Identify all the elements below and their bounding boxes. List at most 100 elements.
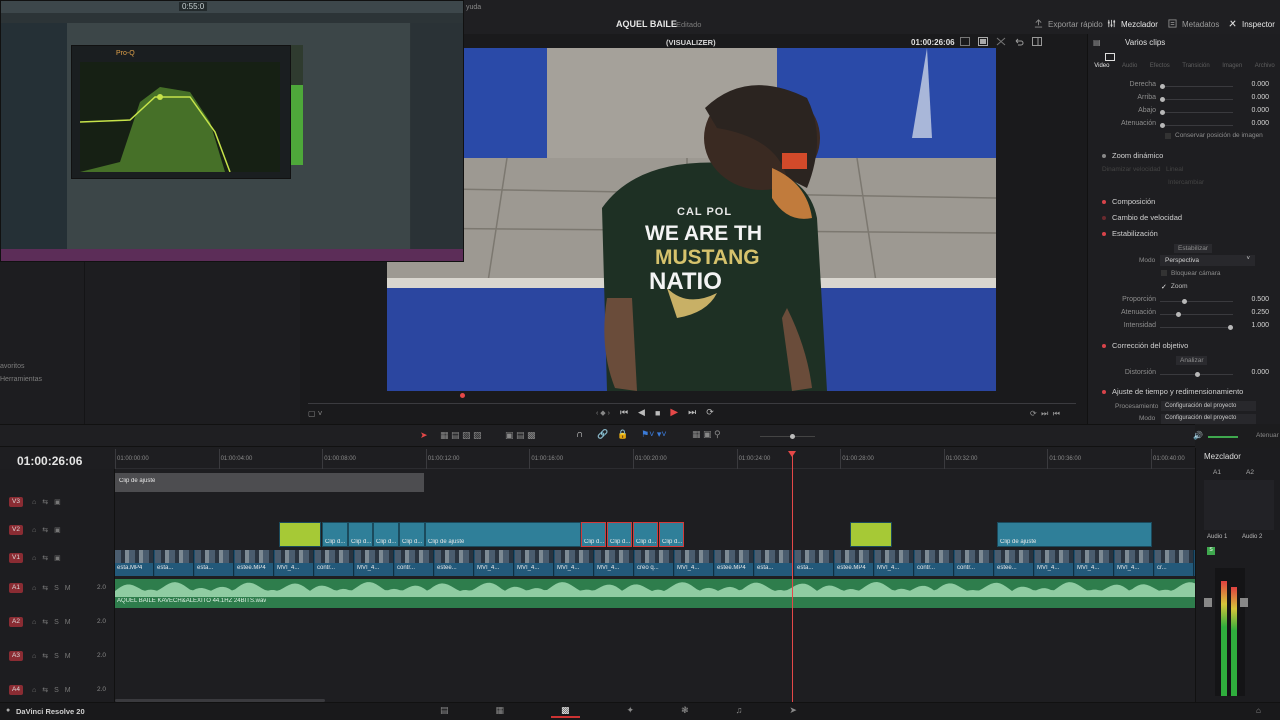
smooth-row[interactable]: Atenuación 0.250 xyxy=(1088,309,1280,321)
slider-knob[interactable] xyxy=(1160,110,1165,115)
slider-knob[interactable] xyxy=(1160,123,1165,128)
v1-clip[interactable]: cr... xyxy=(1155,550,1194,576)
composite-section[interactable]: Composición xyxy=(1102,197,1155,206)
stop-icon[interactable]: ■ xyxy=(655,408,660,418)
section-toggle-dot[interactable] xyxy=(1102,153,1106,158)
section-toggle-dot[interactable] xyxy=(1102,215,1106,220)
zoom-ease-value[interactable]: Lineal xyxy=(1166,166,1183,173)
slider-knob[interactable] xyxy=(1160,97,1165,102)
fl-browser[interactable] xyxy=(1,23,67,249)
ratio-value[interactable]: 0.500 xyxy=(1251,296,1269,303)
distortion-slider[interactable] xyxy=(1160,372,1233,377)
v1-clip[interactable]: MVI_4... xyxy=(355,550,394,576)
selection-tool-icon[interactable]: ➤ xyxy=(420,430,428,441)
eq-curve[interactable] xyxy=(80,62,280,172)
slider-knob[interactable] xyxy=(1228,325,1233,330)
fl-toolbar[interactable] xyxy=(1,1,463,13)
section-toggle-dot[interactable] xyxy=(1102,343,1106,348)
track-solo-mute-icons[interactable]: ⌂⇆SM xyxy=(32,652,77,660)
v2-clip[interactable]: Clip d... xyxy=(633,522,658,547)
track-lock-eye-icons[interactable]: ⌂⇆▣ xyxy=(32,554,67,562)
distortion-row[interactable]: Distorsión 0.000 xyxy=(1088,369,1280,381)
v2-clip[interactable]: Clip d... xyxy=(581,522,606,547)
processing-dropdown[interactable]: Configuración del proyecto xyxy=(1161,401,1256,411)
v1-clip[interactable]: estee... xyxy=(435,550,474,576)
v2-clip[interactable]: Clip d... xyxy=(348,522,373,547)
zoom-icons[interactable]: ▦ ▣ ⚲ xyxy=(692,429,721,440)
v2-clip[interactable]: Clip de ajuste xyxy=(997,522,1152,547)
v1-clip[interactable]: MVI_4... xyxy=(475,550,514,576)
checkbox-box[interactable] xyxy=(1165,132,1171,139)
lock-icon[interactable]: 🔒 xyxy=(617,429,628,440)
snap-icon[interactable]: ∩ xyxy=(576,429,583,440)
cut-page-icon[interactable]: ▦ xyxy=(496,705,505,718)
match-frame-icon[interactable]: ⟳ ⏭ ⏮ xyxy=(1030,409,1060,419)
viewer-layout-icon[interactable] xyxy=(960,37,970,48)
v1-clip[interactable]: contr... xyxy=(395,550,434,576)
zoom-slider[interactable] xyxy=(760,434,815,439)
track-header-a4[interactable]: A4 ⌂⇆SM 2.0 xyxy=(0,685,115,699)
section-toggle-dot[interactable] xyxy=(1102,389,1106,394)
track-header-v2[interactable]: V2 ⌂⇆▣ xyxy=(0,525,115,539)
solo-a1-button[interactable]: S xyxy=(1207,547,1215,555)
v1-clip[interactable]: estee.MP4 xyxy=(715,550,754,576)
track-header-a3[interactable]: A3 ⌂⇆SM 2.0 xyxy=(0,651,115,665)
v2-clip[interactable] xyxy=(279,522,321,547)
fusion-page-icon[interactable]: ✦ xyxy=(627,705,635,718)
track-header-a1[interactable]: A1 ⌂⇆SM 2.0 xyxy=(0,583,115,597)
smooth-value[interactable]: 0.250 xyxy=(1251,309,1269,316)
mixer-eq-area[interactable] xyxy=(1204,480,1274,530)
dynamic-zoom-section[interactable]: Zoom dinámico xyxy=(1102,151,1163,160)
lock-camera-checkbox[interactable]: Bloquear cámara xyxy=(1161,270,1221,277)
volume-icon[interactable]: 🔊 xyxy=(1193,431,1203,440)
v1-clip[interactable]: contr... xyxy=(955,550,994,576)
slider-knob[interactable] xyxy=(1176,312,1181,317)
v1-clip[interactable]: MVI_4... xyxy=(515,550,554,576)
play-reverse-icon[interactable]: ◀ xyxy=(638,407,645,418)
section-toggle-dot[interactable] xyxy=(1102,199,1106,204)
crop-softness-slider[interactable] xyxy=(1160,123,1233,128)
v1-clip[interactable]: esta... xyxy=(195,550,234,576)
flag-icon[interactable]: ⚑˅ ▾˅ xyxy=(641,429,667,440)
v1-clip[interactable]: estee... xyxy=(995,550,1034,576)
v1-clip[interactable]: MVI_4... xyxy=(1035,550,1074,576)
tools-label[interactable]: Herramientas xyxy=(0,376,42,383)
track-header-a2[interactable]: A2 ⌂⇆SM 2.0 xyxy=(0,617,115,631)
v2-clip[interactable]: Clip d... xyxy=(659,522,684,547)
viewer-size-icon[interactable]: ▢ ˅ xyxy=(308,409,322,418)
stabilize-button[interactable]: Estabilizar xyxy=(1174,244,1212,253)
track-solo-mute-icons[interactable]: ⌂⇆SM xyxy=(32,584,77,592)
media-page-icon[interactable]: ▤ xyxy=(440,705,449,718)
undo-icon[interactable] xyxy=(1014,37,1024,48)
speed-change-section[interactable]: Cambio de velocidad xyxy=(1102,213,1182,222)
slider-knob[interactable] xyxy=(1195,372,1200,377)
zoom-checkbox[interactable]: ✓ Zoom xyxy=(1161,283,1188,291)
v2-clip[interactable]: Clip d... xyxy=(322,522,348,547)
lens-correction-section[interactable]: Corrección del objetivo xyxy=(1102,341,1188,350)
crop-right-slider[interactable] xyxy=(1160,84,1233,89)
v1-clip[interactable]: MVI_4... xyxy=(275,550,314,576)
checkbox-box[interactable] xyxy=(1161,270,1167,276)
v1-clip[interactable]: esta... xyxy=(155,550,194,576)
strength-value[interactable]: 1.000 xyxy=(1251,322,1269,329)
tab-video[interactable]: Video xyxy=(1094,63,1109,77)
crop-bottom-value[interactable]: 0.000 xyxy=(1251,107,1269,114)
tab-effects[interactable]: Efectos xyxy=(1150,63,1170,77)
fl-pro-q-plugin[interactable]: Pro-Q xyxy=(71,45,291,179)
dim-label[interactable]: Atenuar xyxy=(1256,432,1279,439)
v1-clip[interactable]: estee.MP4 xyxy=(835,550,874,576)
tab-audio[interactable]: Audio xyxy=(1122,63,1137,77)
track-header-v1[interactable]: V1 ⌂⇆▣ xyxy=(0,553,115,567)
home-icon[interactable]: ⌂ xyxy=(1256,706,1261,715)
tab-transition[interactable]: Transición xyxy=(1182,63,1209,77)
v1-clip[interactable]: MVI_4... xyxy=(875,550,914,576)
v1-clip[interactable]: creo q... xyxy=(635,550,674,576)
v1-clip[interactable]: esta... xyxy=(755,550,794,576)
retime-section[interactable]: Ajuste de tiempo y redimensionamiento xyxy=(1102,387,1243,396)
loop-icon[interactable]: ⟳ xyxy=(706,407,714,418)
viewer-playhead[interactable] xyxy=(459,393,465,398)
track-lock-eye-icons[interactable]: ⌂⇆▣ xyxy=(32,526,67,534)
trim-tool-icon[interactable]: ▦ ▤ ▧ ▨ xyxy=(440,430,482,441)
play-icon[interactable]: ▶ xyxy=(670,407,678,418)
v1-clip[interactable]: MVI_4... xyxy=(675,550,714,576)
